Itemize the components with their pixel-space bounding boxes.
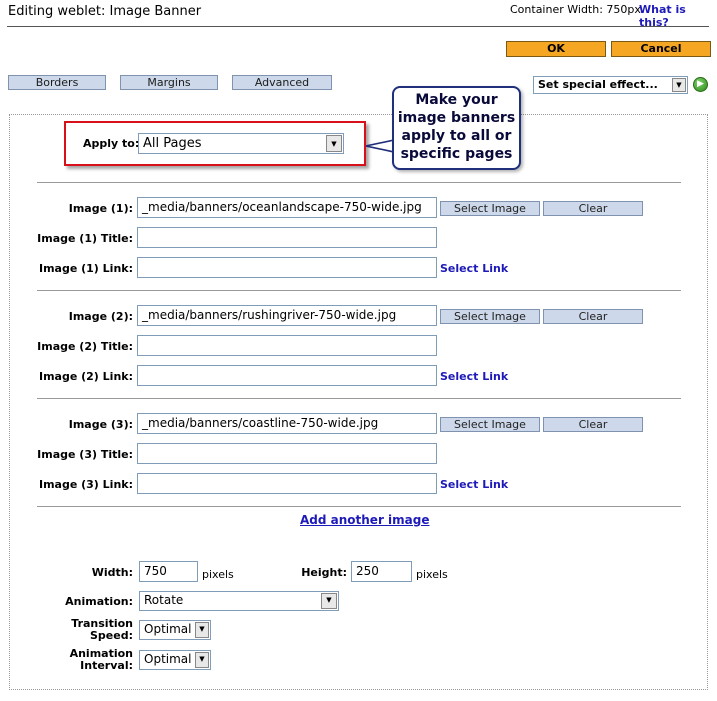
transition-speed-value: Optimal [144, 622, 192, 636]
section-divider [37, 398, 681, 399]
advanced-button[interactable]: Advanced [232, 75, 332, 90]
image-1-input[interactable]: _media/banners/oceanlandscape-750-wide.j… [137, 197, 437, 218]
image-3-clear-button[interactable]: Clear [543, 417, 643, 432]
image-1-select-link[interactable]: Select Link [440, 262, 508, 275]
cancel-button[interactable]: Cancel [611, 41, 711, 57]
image-2-link-label: Image (2) Link: [38, 370, 133, 383]
image-3-label: Image (3): [68, 418, 133, 431]
image-1-select-image-button[interactable]: Select Image [440, 201, 540, 216]
image-2-link-input[interactable] [137, 365, 437, 386]
image-3-title-label: Image (3) Title: [37, 448, 133, 461]
chevron-down-icon[interactable]: ▼ [326, 135, 342, 152]
transition-label-line-2: Speed: [90, 629, 133, 642]
animation-select[interactable]: Rotate ▼ [139, 591, 339, 611]
image-3-link-label: Image (3) Link: [38, 478, 133, 491]
image-3-title-input[interactable] [137, 443, 437, 464]
height-label: Height: [301, 566, 347, 579]
image-1-clear-button[interactable]: Clear [543, 201, 643, 216]
image-3-link-input[interactable] [137, 473, 437, 494]
image-1-title-label: Image (1) Title: [37, 232, 133, 245]
image-2-clear-button[interactable]: Clear [543, 309, 643, 324]
apply-to-label: Apply to: [83, 137, 140, 150]
transition-speed-select[interactable]: Optimal ▼ [139, 620, 211, 640]
animation-value: Rotate [144, 593, 184, 607]
special-effect-value: Set special effect... [538, 78, 658, 91]
special-effect-select[interactable]: Set special effect... ▼ [533, 76, 688, 94]
image-1-link-input[interactable] [137, 257, 437, 278]
animation-label: Animation: [65, 595, 133, 608]
width-unit: pixels [202, 568, 234, 581]
image-2-select-link[interactable]: Select Link [440, 370, 508, 383]
image-3-select-image-button[interactable]: Select Image [440, 417, 540, 432]
apply-to-select[interactable]: All Pages ▼ [138, 133, 344, 154]
image-2-label: Image (2): [68, 310, 133, 323]
section-divider [37, 506, 681, 507]
image-3-input[interactable]: _media/banners/coastline-750-wide.jpg [137, 413, 437, 434]
ok-button[interactable]: OK [506, 41, 606, 57]
animation-interval-label: Animation Interval: [40, 648, 133, 672]
image-2-input[interactable]: _media/banners/rushingriver-750-wide.jpg [137, 305, 437, 326]
height-input[interactable]: 250 [351, 561, 412, 582]
chevron-down-icon[interactable]: ▼ [672, 78, 686, 92]
image-2-title-input[interactable] [137, 335, 437, 356]
section-divider [37, 182, 681, 183]
image-1-title-input[interactable] [137, 227, 437, 248]
add-another-image-link[interactable]: Add another image [300, 513, 430, 527]
chevron-down-icon[interactable]: ▼ [321, 593, 337, 609]
margins-button[interactable]: Margins [120, 75, 218, 90]
image-1-label: Image (1): [68, 202, 133, 215]
width-label: Width: [91, 566, 133, 579]
image-2-select-image-button[interactable]: Select Image [440, 309, 540, 324]
transition-speed-label: Transition Speed: [40, 618, 133, 642]
header-divider [7, 26, 709, 27]
width-input[interactable]: 750 [139, 561, 198, 582]
chevron-down-icon[interactable]: ▼ [195, 622, 209, 638]
go-arrow-icon[interactable]: ▶ [693, 77, 708, 92]
height-unit: pixels [416, 568, 448, 581]
apply-to-value: All Pages [143, 136, 202, 151]
chevron-down-icon[interactable]: ▼ [195, 652, 209, 668]
image-3-select-link[interactable]: Select Link [440, 478, 508, 491]
help-callout: Make your image banners apply to all or … [392, 86, 521, 170]
image-1-link-label: Image (1) Link: [38, 262, 133, 275]
section-divider [37, 290, 681, 291]
borders-button[interactable]: Borders [8, 75, 106, 90]
container-width-text: Container Width: 750px [510, 3, 641, 16]
animation-interval-select[interactable]: Optimal ▼ [139, 650, 211, 670]
animation-interval-value: Optimal [144, 652, 192, 666]
page-title: Editing weblet: Image Banner [8, 4, 202, 19]
callout-pointer [366, 139, 394, 153]
image-2-title-label: Image (2) Title: [37, 340, 133, 353]
interval-label-line-2: Interval: [80, 659, 133, 672]
